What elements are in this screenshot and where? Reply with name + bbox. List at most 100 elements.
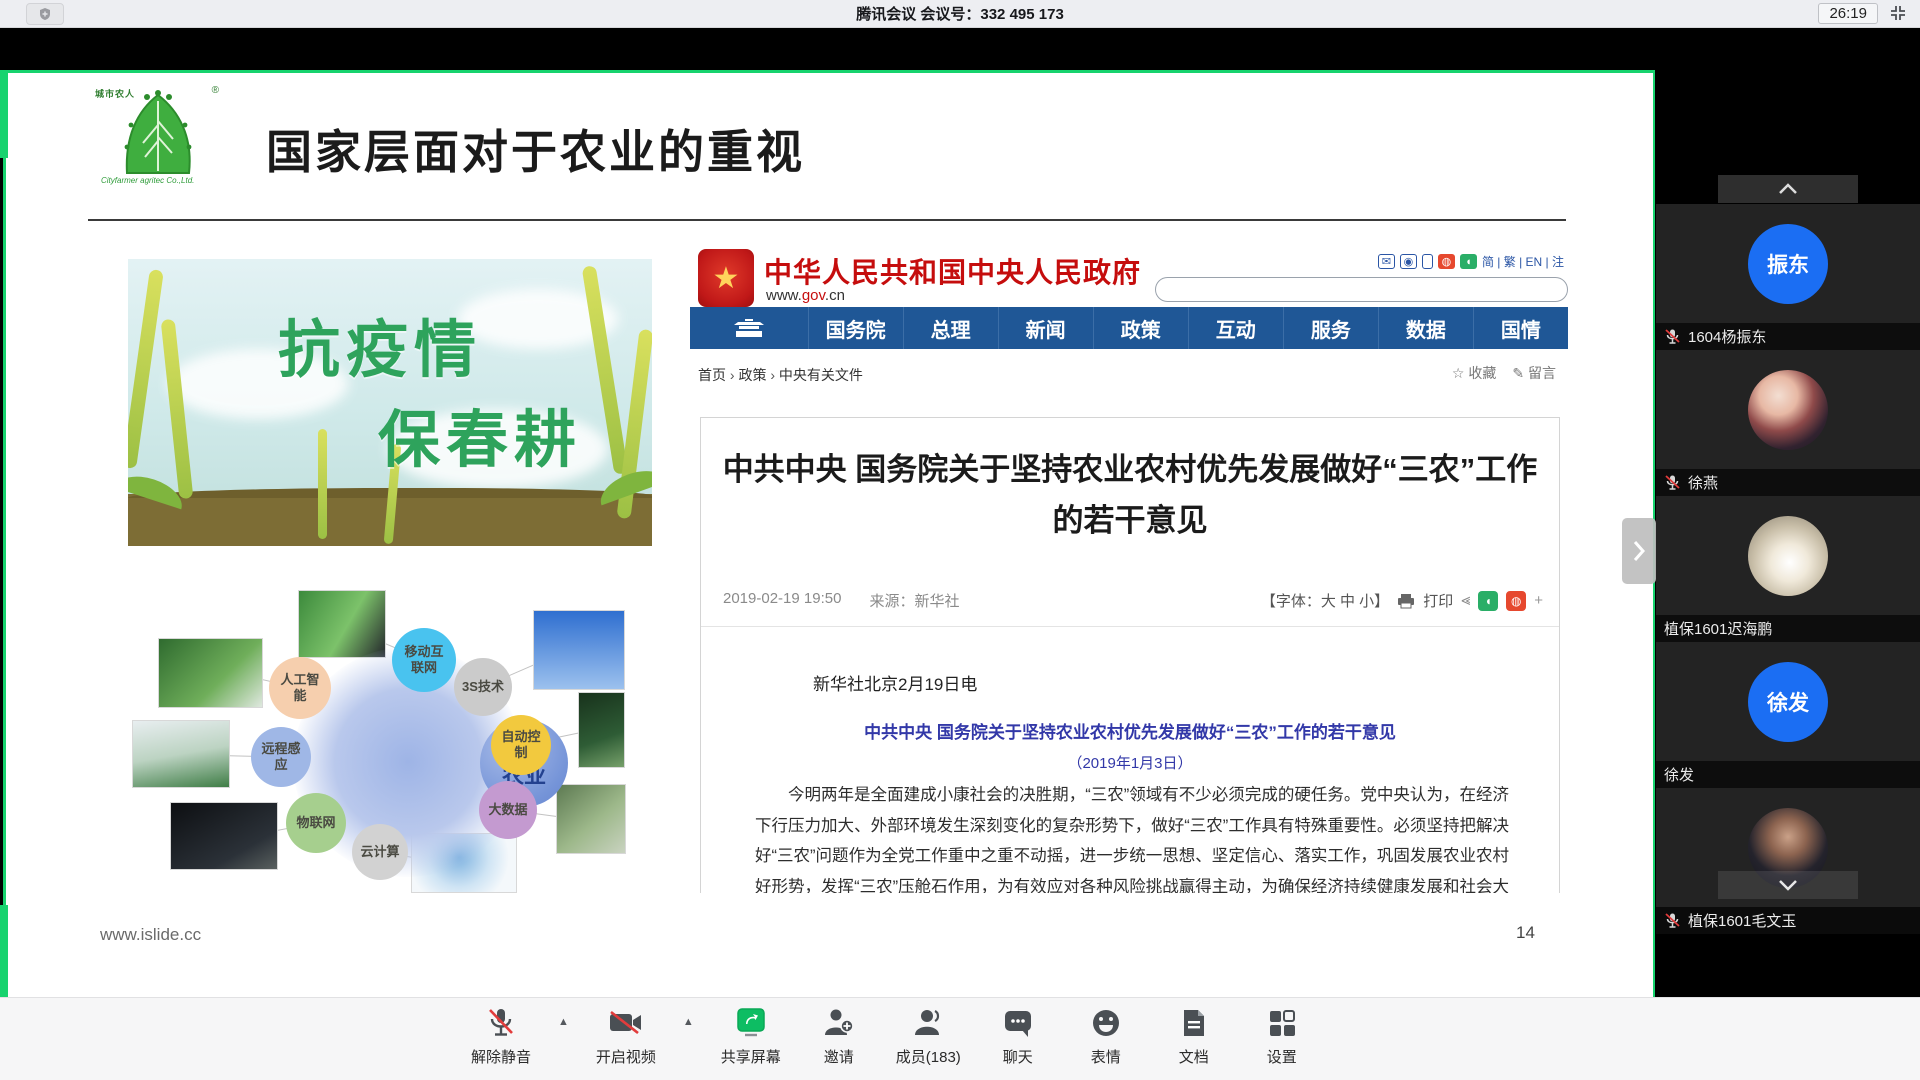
wheat-stalk xyxy=(318,429,327,539)
mic-options-caret[interactable]: ▲ xyxy=(558,1016,569,1028)
dark-monitor-photo xyxy=(170,802,278,870)
slide-page-number: 14 xyxy=(1516,923,1535,943)
gov-nav-item: 总理 xyxy=(904,307,999,349)
avatar: 振东 xyxy=(1748,224,1828,304)
avatar-photo xyxy=(1748,516,1828,596)
members-icon xyxy=(912,1007,944,1039)
poster-text-line1: 抗疫情 xyxy=(278,299,482,389)
article-body: 今明两年是全面建成小康社会的决胜期，“三农”领域有不少必须完成的硬任务。党中央认… xyxy=(755,780,1509,893)
meeting-title: 腾讯会议 会议号：332 495 173 xyxy=(0,3,1920,24)
share-screen-icon xyxy=(734,1007,768,1039)
start-video-button[interactable]: 开启视频 xyxy=(595,1006,657,1067)
participant-name-bar: 1604杨振东 xyxy=(1656,323,1920,350)
gov-nav-bar: 国务院 总理 新闻 政策 互动 服务 数据 国情 xyxy=(690,307,1568,349)
shared-slide: 城市农人 ® Cityfarmer agritec Co.,Ltd. 国家层面对… xyxy=(8,73,1653,997)
poster-text-line2: 保春耕 xyxy=(378,389,582,479)
satellite-photo xyxy=(533,610,625,690)
node-big-data: 大数据 xyxy=(479,781,537,839)
settings-grid-icon xyxy=(1268,1009,1296,1037)
participant-name: 1604杨振东 xyxy=(1688,326,1766,347)
hide-video-panel-button[interactable] xyxy=(1622,518,1656,584)
video-options-caret[interactable]: ▲ xyxy=(683,1016,694,1028)
wheat-stalk xyxy=(161,319,194,499)
tiananmen-icon xyxy=(732,317,766,339)
participant-name-bar: 徐发 xyxy=(1656,761,1920,788)
gov-nav-item: 数据 xyxy=(1379,307,1474,349)
logo-company-text: Cityfarmer agritec Co.,Ltd. xyxy=(101,176,194,185)
avatar: 徐发 xyxy=(1748,662,1828,742)
article-lead: 新华社北京2月19日电 xyxy=(813,670,977,695)
header-divider xyxy=(88,219,1566,221)
docs-button[interactable]: 文档 xyxy=(1163,1006,1225,1067)
node-mobile-internet: 移动互联网 xyxy=(392,628,456,692)
share-icon: ⪡ xyxy=(1461,592,1470,610)
participant-name-bar: 徐燕 xyxy=(1656,469,1920,496)
node-3s-tech: 3S技术 xyxy=(454,658,512,716)
article-box: 中共中央 国务院关于坚持农业农村优先发展做好“三农”工作的若干意见 2019-0… xyxy=(700,417,1560,893)
rss-icon: ◉ xyxy=(1400,254,1417,269)
chevron-right-icon xyxy=(1632,539,1646,563)
gov-search-input xyxy=(1155,277,1568,302)
title-bar: 腾讯会议 会议号：332 495 173 26:19 xyxy=(0,0,1920,28)
registered-mark: ® xyxy=(212,85,219,96)
participant-tile[interactable] xyxy=(1656,496,1920,615)
document-date: （2019年1月3日） xyxy=(701,752,1559,773)
participant-name: 徐发 xyxy=(1664,764,1694,785)
chat-button[interactable]: 聊天 xyxy=(987,1006,1049,1067)
article-meta: 2019-02-19 19:50 来源： 新华社 【字体：大 中 小】 打印 ⪡… xyxy=(723,590,1543,611)
participant-video-panel: 振东 1604杨振东 徐燕 植保1601迟海鹏 徐发 徐发 xyxy=(1656,28,1920,997)
invite-person-icon xyxy=(823,1007,855,1039)
mic-muted-icon xyxy=(1664,912,1681,929)
leaf-logo-icon xyxy=(95,85,221,185)
document-icon xyxy=(1181,1008,1207,1038)
node-auto-control: 自动控制 xyxy=(491,715,551,775)
participant-tile[interactable] xyxy=(1656,350,1920,469)
breadcrumb: 首页 › 政策 › 中央有关文件 xyxy=(698,365,863,385)
emoji-button[interactable]: 表情 xyxy=(1075,1006,1137,1067)
favorite-action: ☆ 收藏 xyxy=(1452,363,1496,383)
settings-button[interactable]: 设置 xyxy=(1251,1006,1313,1067)
mic-muted-icon xyxy=(1664,474,1681,491)
smiley-icon xyxy=(1091,1008,1121,1038)
invite-button[interactable]: 邀请 xyxy=(808,1006,870,1067)
share-frame-corner xyxy=(0,70,8,158)
gov-nav-item: 互动 xyxy=(1189,307,1284,349)
article-source: 新华社 xyxy=(914,590,959,611)
gov-nav-item: 国情 xyxy=(1474,307,1568,349)
unmute-button[interactable]: 解除静音 xyxy=(470,1006,532,1067)
print-label: 打印 xyxy=(1423,590,1453,611)
gov-nav-item: 国务院 xyxy=(809,307,904,349)
share-screen-button[interactable]: 共享屏幕 xyxy=(720,1006,782,1067)
meeting-toolbar: 解除静音 ▲ 开启视频 ▲ 共享屏幕 邀请 xyxy=(0,997,1920,1080)
participant-tile[interactable]: 振东 xyxy=(1656,204,1920,323)
collapse-videos-button[interactable] xyxy=(1718,175,1858,203)
greenhouse-robot-photo xyxy=(158,638,263,708)
weibo-icon: ◍ xyxy=(1438,254,1455,269)
gov-lang-links: 简 | 繁 | EN | 注 xyxy=(1482,253,1564,270)
node-cloud-computing: 云计算 xyxy=(352,824,408,880)
logo-brand-text: 城市农人 xyxy=(95,87,135,100)
wechat-share-icon: ◖ xyxy=(1478,591,1498,611)
participant-name: 徐燕 xyxy=(1688,472,1718,493)
article-divider xyxy=(701,626,1559,627)
wechat-icon: ◖ xyxy=(1460,254,1477,269)
printer-icon xyxy=(1397,593,1415,609)
chevron-down-icon xyxy=(1778,879,1798,891)
exit-fullscreen-icon xyxy=(1889,4,1907,22)
exit-fullscreen-button[interactable] xyxy=(1886,2,1910,24)
greenhouse-photo xyxy=(132,720,230,788)
chevron-up-icon xyxy=(1778,183,1798,195)
participant-tile[interactable]: 徐发 xyxy=(1656,642,1920,761)
share-frame-corner xyxy=(0,905,8,997)
control-screen-photo xyxy=(578,692,625,768)
participant-name: 植保1601毛文玉 xyxy=(1688,910,1796,931)
smart-agriculture-diagram: 智慧农业 人工智能 移动互联网 3S技术 自动控制 大数据 云计算 物联网 远程… xyxy=(128,580,688,930)
slide-page-title: 国家层面对于农业的重视 xyxy=(266,116,805,182)
article-source-label: 来源： xyxy=(869,590,914,611)
expand-videos-button[interactable] xyxy=(1718,871,1858,899)
members-button[interactable]: 成员(183) xyxy=(896,1006,961,1067)
mail-icon: ✉ xyxy=(1378,254,1395,269)
participant-name-bar: 植保1601迟海鹏 xyxy=(1656,615,1920,642)
phone-scan-photo xyxy=(298,590,386,658)
node-remote-sensing: 远程感应 xyxy=(251,727,311,787)
